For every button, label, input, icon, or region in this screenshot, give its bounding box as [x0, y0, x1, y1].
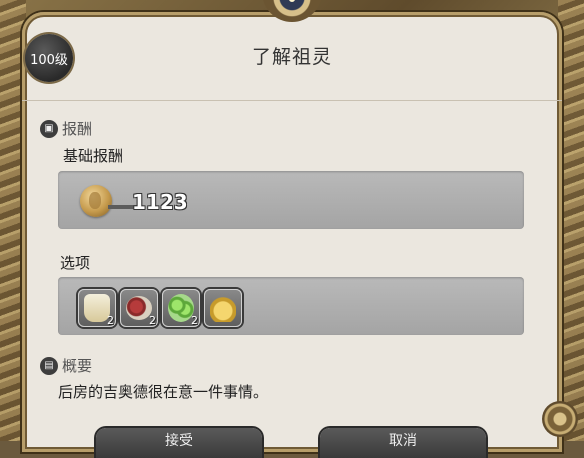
- dialog-header: 100级 了解祖灵: [22, 12, 562, 101]
- optional-rewards-box: 2 2 2: [58, 277, 524, 335]
- gil-coin-icon: [80, 185, 112, 217]
- item-quantity: 2: [191, 314, 198, 327]
- reward-item-bottle[interactable]: 2: [78, 289, 116, 327]
- item-quantity: 2: [107, 314, 114, 327]
- rewards-section-header: ▣ 报酬: [40, 118, 92, 139]
- chest-icon: ▣: [40, 119, 58, 138]
- gil-amount: 1123: [132, 190, 188, 214]
- summary-section-header: ▤ 概要: [40, 355, 92, 376]
- summary-section-title: 概要: [62, 357, 93, 375]
- reward-item-coin-pouch[interactable]: [204, 289, 242, 327]
- reward-item-grapes[interactable]: 2: [162, 289, 200, 327]
- item-quantity: 2: [149, 314, 156, 327]
- coin-pouch-icon: [210, 294, 236, 322]
- rewards-section-title: 报酬: [62, 120, 93, 138]
- cancel-button[interactable]: 取消: [320, 428, 486, 458]
- base-reward-label: 基础报酬: [63, 147, 124, 165]
- corner-ornament-icon: [542, 401, 578, 437]
- options-label: 选项: [60, 254, 91, 272]
- reward-item-meat-dish[interactable]: 2: [120, 289, 158, 327]
- page-title: 了解祖灵: [251, 46, 332, 68]
- summary-text: 后房的吉奥德很在意一件事情。: [58, 383, 269, 401]
- accept-button[interactable]: 接受: [96, 428, 262, 458]
- base-reward-box: 1123: [58, 171, 524, 229]
- reward-items-list: 2 2 2: [78, 289, 242, 327]
- book-icon: ▤: [40, 356, 58, 375]
